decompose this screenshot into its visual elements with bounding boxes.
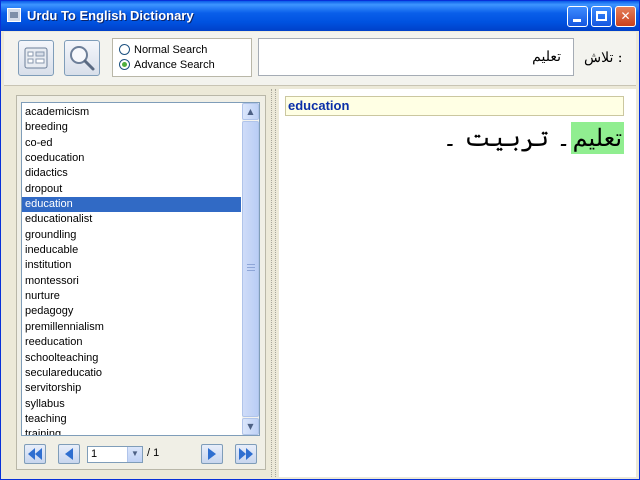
keyboard-button[interactable]: [18, 40, 54, 76]
previous-page-button[interactable]: [58, 444, 80, 464]
scroll-down-icon[interactable]: ▼: [242, 418, 259, 435]
search-input[interactable]: تعلیم: [258, 38, 574, 76]
next-page-button[interactable]: [201, 444, 223, 464]
scroll-thumb[interactable]: [242, 121, 259, 417]
page-select-value: 1: [91, 448, 98, 460]
last-page-button[interactable]: [235, 444, 257, 464]
word-list-item[interactable]: ineducable: [22, 243, 241, 258]
word-list-item[interactable]: syllabus: [22, 397, 241, 412]
word-list-item[interactable]: coeducation: [22, 151, 241, 166]
word-list-item[interactable]: didactics: [22, 166, 241, 181]
pager: 1 ▼ / 1: [21, 442, 261, 466]
word-list-panel: academicism breeding co-ed coeducation didac…: [16, 95, 266, 470]
result-panel: education تعلیم۔ تربیت ۔: [279, 89, 636, 477]
page-total: / 1: [147, 447, 160, 459]
word-list-item[interactable]: educationalist: [22, 212, 241, 227]
word-list-item[interactable]: schoolteaching: [22, 351, 241, 366]
word-list-item[interactable]: dropout: [22, 182, 241, 197]
radio-advance-circle[interactable]: [119, 59, 130, 70]
word-list-items: academicism breeding co-ed coeducation didac…: [22, 105, 241, 435]
search-label: تلاش :: [584, 50, 623, 66]
magnifier-icon: [70, 46, 95, 71]
app-icon: [7, 8, 21, 22]
word-list-item[interactable]: nurture: [22, 289, 241, 304]
word-list-item[interactable]: premillennialism: [22, 320, 241, 335]
word-list-item[interactable]: co-ed: [22, 136, 241, 151]
search-button[interactable]: [64, 40, 100, 76]
keyboard-icon: [24, 47, 48, 69]
app-window: Urdu To English Dictionary ✕ Normal Sear…: [0, 0, 640, 480]
grip-icon: [247, 264, 255, 271]
result-meaning: تعلیم۔ تربیت ۔: [442, 122, 624, 154]
word-list-item[interactable]: education: [22, 197, 241, 213]
word-list-item[interactable]: teaching: [22, 412, 241, 427]
panel-splitter[interactable]: [271, 89, 276, 477]
word-list-item[interactable]: reeducation: [22, 335, 241, 350]
minimize-button[interactable]: [567, 6, 588, 27]
radio-normal-circle[interactable]: [119, 44, 130, 55]
word-list[interactable]: academicism breeding co-ed coeducation didac…: [21, 102, 260, 436]
search-mode-group: Normal Search Advance Search: [112, 38, 252, 77]
page-select[interactable]: 1 ▼: [87, 446, 143, 463]
word-list-item[interactable]: training: [22, 427, 241, 435]
left-arrow-icon: [65, 448, 73, 460]
result-word: education: [285, 96, 624, 116]
double-right-arrow-icon: [239, 448, 253, 460]
title-bar[interactable]: Urdu To English Dictionary ✕: [1, 1, 639, 31]
window-title: Urdu To English Dictionary: [27, 8, 194, 23]
word-list-item[interactable]: servitorship: [22, 381, 241, 396]
word-list-item[interactable]: academicism: [22, 105, 241, 120]
scroll-up-icon[interactable]: ▲: [242, 103, 259, 120]
word-list-item[interactable]: seculareducatio: [22, 366, 241, 381]
meaning-highlight: تعلیم: [570, 122, 624, 154]
word-list-item[interactable]: breeding: [22, 120, 241, 135]
radio-advance-search[interactable]: Advance Search: [119, 59, 215, 73]
word-list-item[interactable]: pedagogy: [22, 304, 241, 319]
close-button[interactable]: ✕: [615, 6, 636, 27]
maximize-button[interactable]: [591, 6, 612, 27]
word-list-item[interactable]: groundling: [22, 228, 241, 243]
radio-advance-label: Advance Search: [134, 59, 215, 71]
toolbar: Normal Search Advance Search تعلیم تلاش …: [4, 32, 636, 86]
chevron-down-icon[interactable]: ▼: [127, 447, 142, 462]
radio-normal-search[interactable]: Normal Search: [119, 44, 207, 58]
double-left-arrow-icon: [28, 448, 42, 460]
word-list-item[interactable]: montessori: [22, 274, 241, 289]
right-arrow-icon: [208, 448, 216, 460]
radio-normal-label: Normal Search: [134, 44, 208, 56]
meaning-rest: ۔ تربیت ۔: [442, 124, 571, 152]
first-page-button[interactable]: [24, 444, 46, 464]
vertical-scrollbar[interactable]: ▲ ▼: [242, 103, 259, 435]
word-list-item[interactable]: institution: [22, 258, 241, 273]
